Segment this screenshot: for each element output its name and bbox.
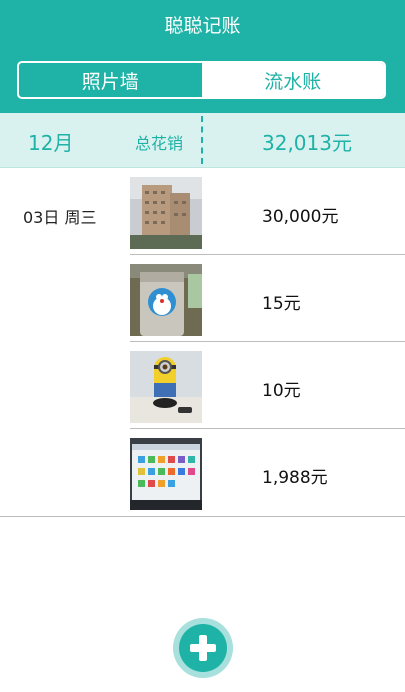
app-title: 聪聪记账 [164, 15, 241, 37]
summary-label: 总花销 [135, 134, 184, 153]
app-header: 聪聪记账 照片墙 流水账 [0, 0, 405, 113]
doraemon-cup-photo[interactable] [130, 264, 202, 336]
summary-month[interactable]: 12月 [28, 127, 73, 156]
building-photo[interactable] [130, 177, 202, 249]
minion-figure-photo[interactable] [130, 351, 202, 423]
day-group: 03日 周三 30,000元 15元 10元 1,988元 [0, 168, 405, 517]
entry-amount: 10元 [262, 381, 301, 401]
monitor-screen-photo[interactable] [130, 438, 202, 510]
tab-photo-wall[interactable]: 照片墙 [19, 63, 202, 97]
add-entry-button[interactable] [173, 618, 233, 678]
plus-icon [190, 635, 216, 661]
entry-amount: 30,000元 [262, 207, 339, 227]
summary-divider [201, 116, 203, 164]
expense-entry[interactable]: 15元 [130, 255, 405, 342]
day-label: 03日 周三 [23, 208, 97, 227]
summary-total: 32,013元 [262, 131, 352, 155]
entry-amount: 15元 [262, 294, 301, 314]
tab-ledger[interactable]: 流水账 [201, 63, 384, 97]
month-summary: 12月 总花销 32,013元 [0, 113, 405, 168]
add-entry-button-inner[interactable] [179, 624, 227, 672]
expense-entry[interactable]: 10元 [130, 342, 405, 429]
expense-entry[interactable]: 1,988元 [130, 429, 405, 516]
expense-entry[interactable]: 30,000元 [130, 168, 405, 255]
view-switcher: 照片墙 流水账 [17, 61, 386, 99]
entry-amount: 1,988元 [262, 468, 328, 488]
